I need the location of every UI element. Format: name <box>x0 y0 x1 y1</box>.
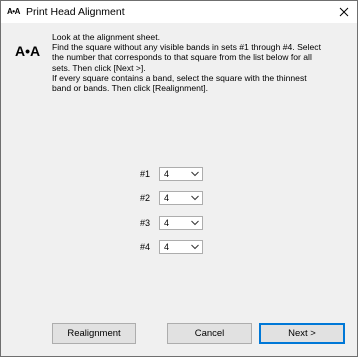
close-icon <box>339 7 349 17</box>
cancel-button[interactable]: Cancel <box>167 323 252 344</box>
realignment-button[interactable]: Realignment <box>52 323 136 344</box>
set-2-value: 4 <box>164 193 170 203</box>
set-2-select[interactable]: 4 <box>159 191 203 205</box>
set-row-3: #3 4 <box>140 215 203 231</box>
chevron-down-icon <box>191 244 199 250</box>
alignment-icon: A•A <box>15 43 41 59</box>
chevron-down-icon <box>191 171 199 177</box>
set-label-1: #1 <box>140 169 151 179</box>
instruction-line: band or bands. Then click [Realignment]. <box>52 83 209 94</box>
title-bar: A•A Print Head Alignment <box>1 1 357 23</box>
set-3-select[interactable]: 4 <box>159 216 203 230</box>
set-label-3: #3 <box>140 218 151 228</box>
next-button[interactable]: Next > <box>259 323 345 344</box>
set-1-select[interactable]: 4 <box>159 167 203 181</box>
set-1-value: 4 <box>164 169 170 179</box>
set-4-value: 4 <box>164 242 170 252</box>
chevron-down-icon <box>191 195 199 201</box>
set-row-2: #2 4 <box>140 190 203 206</box>
set-label-2: #2 <box>140 193 151 203</box>
set-3-value: 4 <box>164 218 170 228</box>
print-head-alignment-dialog: A•A Print Head Alignment A•A Look at the… <box>0 0 358 357</box>
instruction-line: the number that corresponds to that squa… <box>52 52 312 63</box>
instruction-line: Look at the alignment sheet. <box>52 32 160 42</box>
instruction-line: Find the square without any visible band… <box>52 42 321 53</box>
instructions-text: Look at the alignment sheet. Find the sq… <box>52 32 352 93</box>
app-icon: A•A <box>7 7 20 16</box>
set-row-4: #4 4 <box>140 239 203 255</box>
instruction-line: If every square contains a band, select … <box>52 72 307 83</box>
instruction-line: sets. Then click [Next >]. <box>52 62 146 73</box>
button-bar: Realignment Cancel Next > <box>1 304 357 356</box>
close-button[interactable] <box>334 2 354 22</box>
set-4-select[interactable]: 4 <box>159 240 203 254</box>
set-row-1: #1 4 <box>140 166 203 182</box>
set-label-4: #4 <box>140 242 151 252</box>
dialog-content: A•A Look at the alignment sheet. Find th… <box>1 23 357 304</box>
window-title: Print Head Alignment <box>26 6 125 18</box>
chevron-down-icon <box>191 220 199 226</box>
